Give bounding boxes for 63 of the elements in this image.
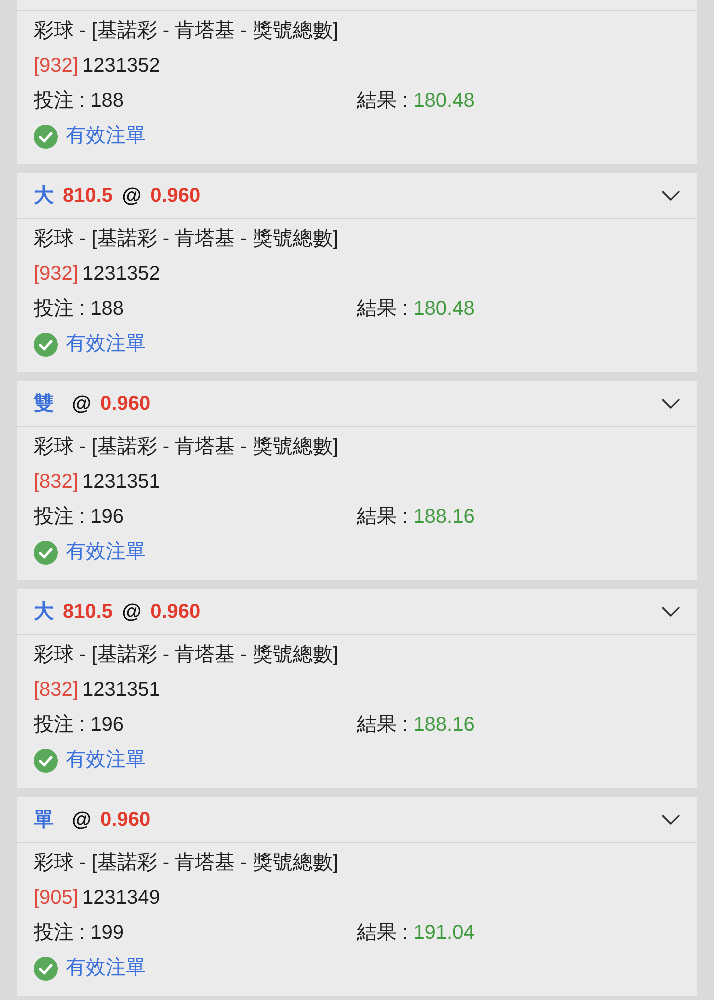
result-value: 191.04 <box>414 922 475 944</box>
odds-value: 0.960 <box>150 186 201 206</box>
stake-value: 196 <box>90 506 124 528</box>
status-text: 有效注單 <box>66 332 146 357</box>
chevron-down-icon[interactable] <box>662 398 680 408</box>
status-text: 有效注單 <box>66 540 146 565</box>
stake-value: 188 <box>90 298 124 320</box>
chevron-down-icon[interactable] <box>662 814 680 824</box>
status-text: 有效注單 <box>66 748 146 773</box>
at-sign: @ <box>122 602 142 622</box>
bet-selection: 大 <box>34 602 54 622</box>
result-value: 180.48 <box>414 90 475 112</box>
game-title: 彩球 - [基諾彩 - 肯塔基 - 獎號總數] <box>34 852 338 874</box>
bet-id: 1231351 <box>82 678 160 703</box>
check-circle-icon <box>34 748 58 772</box>
stake-label: 投注 : <box>34 922 86 944</box>
game-title: 彩球 - [基諾彩 - 肯塔基 - 獎號總數] <box>34 228 338 250</box>
result-value: 180.48 <box>414 298 475 320</box>
stake-value: 188 <box>90 90 124 112</box>
stake-label: 投注 : <box>34 714 86 736</box>
bet-id: 1231352 <box>82 54 160 79</box>
check-circle-icon <box>34 332 58 356</box>
draw-number: [932] <box>34 262 78 287</box>
status-text: 有效注單 <box>66 956 146 981</box>
at-sign: @ <box>72 394 92 414</box>
result-value: 188.16 <box>414 506 475 528</box>
check-circle-icon <box>34 124 58 148</box>
draw-number: [832] <box>34 678 78 703</box>
game-title: 彩球 - [基諾彩 - 肯塔基 - 獎號總數] <box>34 644 338 666</box>
result-label: 結果 : <box>357 90 408 112</box>
handicap-line: 810.5 <box>63 602 114 622</box>
bet-id: 1231352 <box>82 262 160 287</box>
check-circle-icon <box>34 540 58 564</box>
chevron-down-icon[interactable] <box>662 606 680 616</box>
stake-value: 196 <box>90 714 124 736</box>
stake-label: 投注 : <box>34 298 86 320</box>
at-sign: @ <box>72 810 92 830</box>
odds-value: 0.960 <box>100 810 151 830</box>
bet-selection: 單 <box>34 810 54 830</box>
bet-selection: 雙 <box>34 394 54 414</box>
at-sign: @ <box>122 186 142 206</box>
odds-value: 0.960 <box>100 394 151 414</box>
result-label: 結果 : <box>357 506 408 528</box>
bet-id: 1231349 <box>82 886 160 911</box>
game-title: 彩球 - [基諾彩 - 肯塔基 - 獎號總數] <box>34 20 338 42</box>
bet-selection: 大 <box>34 186 54 206</box>
draw-number: [932] <box>34 54 78 79</box>
result-label: 結果 : <box>357 714 408 736</box>
status-text: 有效注單 <box>66 124 146 149</box>
stake-label: 投注 : <box>34 90 86 112</box>
result-label: 結果 : <box>357 298 408 320</box>
bet-id: 1231351 <box>82 470 160 495</box>
handicap-line: 810.5 <box>63 186 114 206</box>
draw-number: [832] <box>34 470 78 495</box>
draw-number: [905] <box>34 886 78 911</box>
result-label: 結果 : <box>357 922 408 944</box>
chevron-down-icon[interactable] <box>662 190 680 200</box>
result-value: 188.16 <box>414 714 475 736</box>
game-title: 彩球 - [基諾彩 - 肯塔基 - 獎號總數] <box>34 436 338 458</box>
check-circle-icon <box>34 956 58 980</box>
odds-value: 0.960 <box>150 602 201 622</box>
stake-label: 投注 : <box>34 506 86 528</box>
stake-value: 199 <box>90 922 124 944</box>
